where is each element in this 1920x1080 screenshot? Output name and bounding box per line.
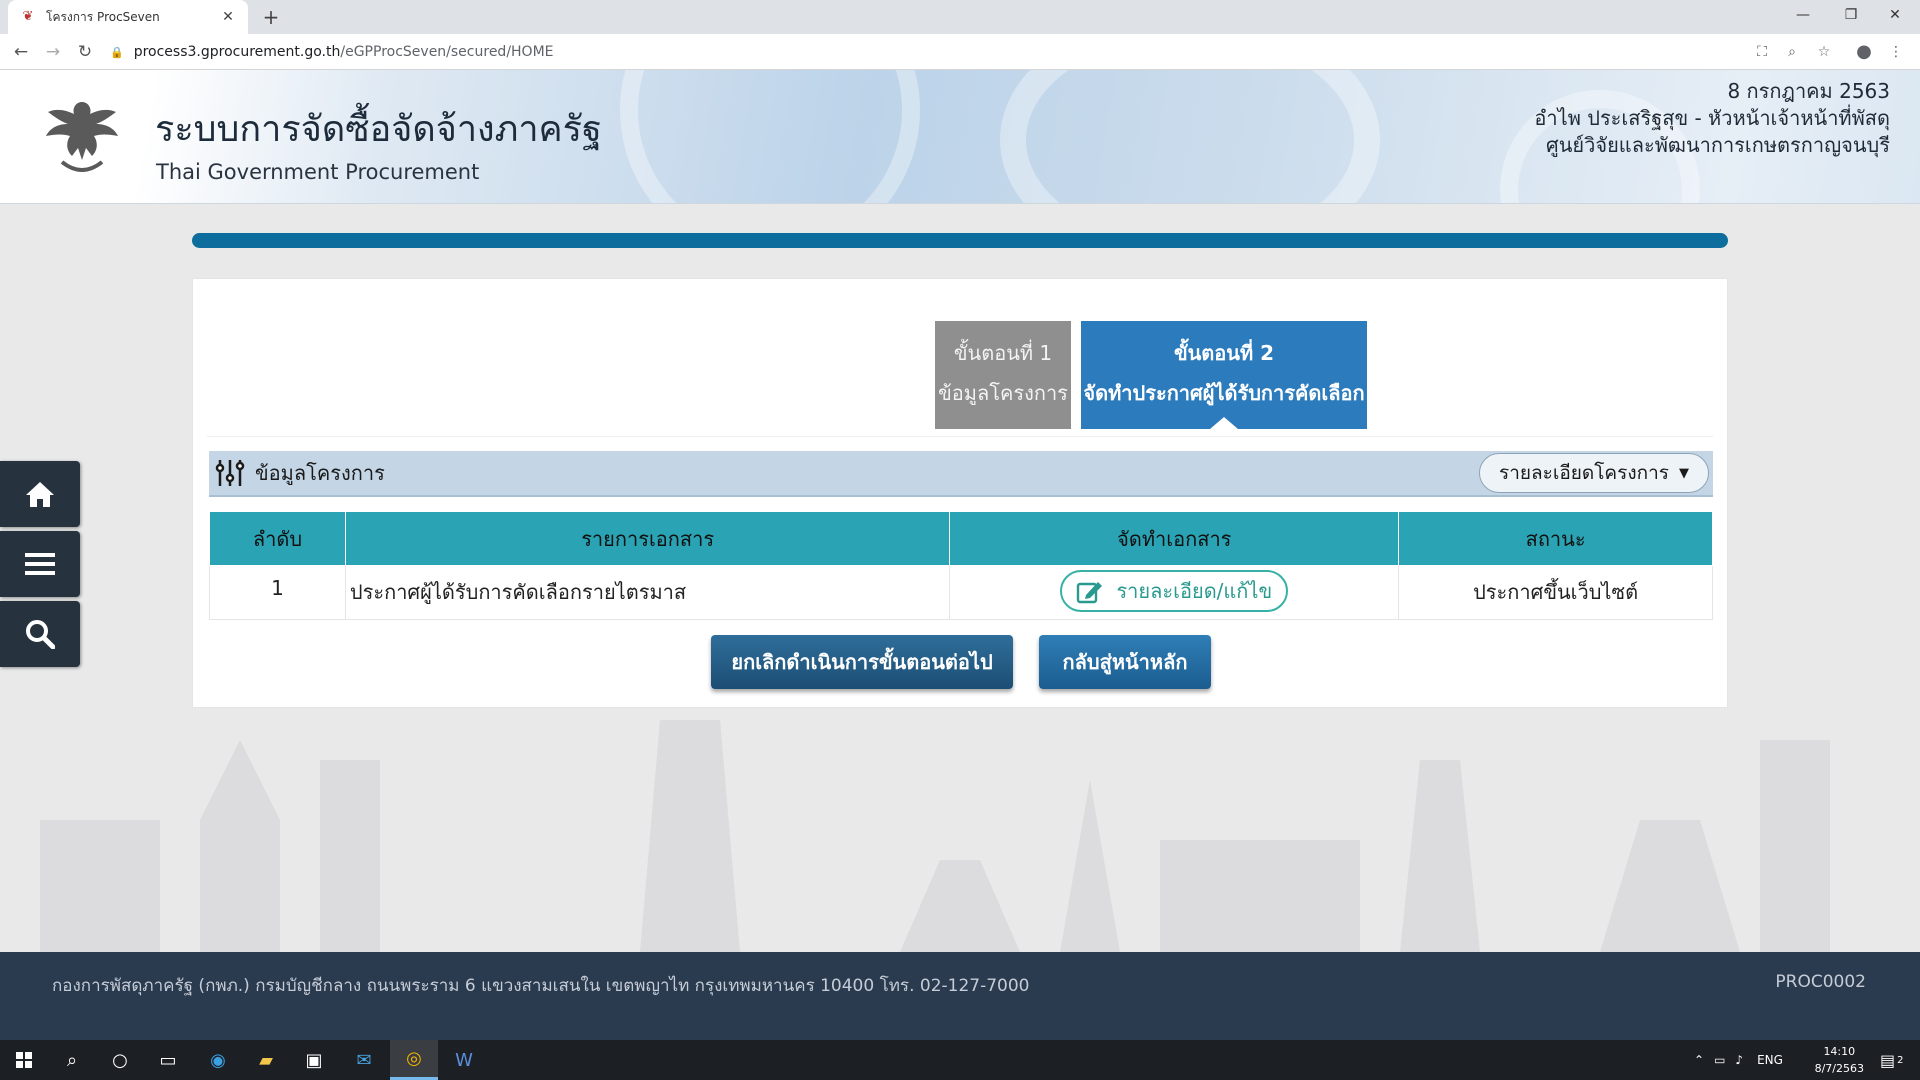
taskbar-clock[interactable]: 14:10 8/7/2563 [1815,1043,1864,1077]
col-header-action: จัดทำเอกสาร [949,511,1400,566]
browser-toolbar: ← → ↻ 🔒 process3.gprocurement.go.th/eGPP… [0,34,1920,70]
back-icon[interactable]: ← [8,40,34,64]
browser-tabbar: ❦ โครงการ ProcSeven ✕ + — ❐ ✕ [0,0,1920,34]
tab-title: โครงการ ProcSeven [46,9,160,24]
table-row: 1 ประกาศผู้ได้รับการคัดเลือกรายไตรมาส รา… [209,565,1713,620]
cell-action: รายละเอียด/แก้ไข [949,565,1400,620]
step-2[interactable]: ขั้นตอนที่ 2 จัดทำประกาศผู้ได้รับการคัดเ… [1081,321,1367,429]
menu-side-button[interactable] [0,531,80,597]
steps-wizard: ขั้นตอนที่ 1 ข้อมูลโครงการ ขั้นตอนที่ 2 … [207,289,1713,437]
clock-date: 8/7/2563 [1814,1062,1864,1075]
system-tray: ⌃ ▭ ♪ ENG [1694,1040,1783,1080]
cancel-next-step-button[interactable]: ยกเลิกดำเนินการขั้นตอนต่อไป [711,635,1013,689]
bookmark-star-icon[interactable]: ☆ [1812,41,1836,63]
header-ornament [1000,70,1380,203]
windows-start-icon[interactable] [0,1040,48,1080]
col-header-document: รายการเอกสาร [344,511,951,566]
restore-icon[interactable]: ❐ [1828,0,1874,30]
input-language[interactable]: ENG [1757,1053,1783,1067]
zoom-icon[interactable]: ⌕ [1780,41,1804,63]
translate-icon[interactable]: ⛶ [1750,41,1774,63]
col-header-no: ลำดับ [209,511,346,566]
notification-center-icon[interactable]: ▤ 2 [1880,1040,1904,1080]
system-subtitle: Thai Government Procurement [156,160,480,184]
cell-document: ประกาศผู้ได้รับการคัดเลือกรายไตรมาส [344,565,951,620]
back-to-home-button[interactable]: กลับสู่หน้าหลัก [1039,635,1211,689]
chrome-icon[interactable]: ◎ [390,1040,438,1080]
project-detail-label: รายละเอียดโครงการ [1498,462,1669,484]
browser-tab[interactable]: ❦ โครงการ ProcSeven ✕ [8,0,248,34]
cell-status: ประกาศขึ้นเว็บไซต์ [1398,565,1713,620]
mail-icon[interactable]: ✉ [340,1040,388,1080]
close-window-icon[interactable]: ✕ [1872,0,1918,30]
step-1[interactable]: ขั้นตอนที่ 1 ข้อมูลโครงการ [935,321,1071,429]
step-1-name: ข้อมูลโครงการ [938,381,1068,405]
search-icon [26,620,55,649]
edit-detail-button[interactable]: รายละเอียด/แก้ไข [1060,570,1289,612]
minimize-icon[interactable]: — [1780,0,1826,30]
network-icon[interactable]: ▭ [1714,1053,1725,1067]
temple-silhouette-background [40,720,1830,952]
header-date: 8 กรกฎาคม 2563 [1727,79,1890,103]
section-header: ข้อมูลโครงการ รายละเอียดโครงการ ▼ [209,451,1713,497]
step-2-label: ขั้นตอนที่ 2 [1173,341,1275,365]
new-tab-icon[interactable]: + [258,4,284,30]
cell-no: 1 [209,565,346,620]
store-icon[interactable]: ▣ [290,1040,338,1080]
url-path: /eGPProcSeven/secured/HOME [340,44,554,60]
profile-icon[interactable]: ● [1852,41,1876,63]
project-panel: ขั้นตอนที่ 1 ข้อมูลโครงการ ขั้นตอนที่ 2 … [192,278,1728,708]
clock-time: 14:10 [1823,1045,1856,1058]
sliders-icon [215,460,245,486]
lock-icon: 🔒 [110,45,124,59]
progress-bar [192,233,1728,248]
section-title: ข้อมูลโครงการ [255,461,385,485]
site-favicon-icon: ❦ [22,9,34,24]
project-detail-dropdown[interactable]: รายละเอียดโครงการ ▼ [1479,453,1709,493]
close-tab-icon[interactable]: ✕ [220,9,236,25]
notification-count: 2 [1897,1054,1904,1066]
reload-icon[interactable]: ↻ [72,40,98,64]
header-ornament [620,70,920,203]
windows-taskbar: ⌕ ○ ▭ ◉ ▰ ▣ ✉ ◎ W ⌃ ▭ ♪ ENG 14:10 8/7/25… [0,1040,1920,1080]
word-icon[interactable]: W [440,1040,488,1080]
address-bar[interactable]: 🔒 process3.gprocurement.go.th/eGPProcSev… [110,38,1790,66]
col-header-status: สถานะ [1398,511,1713,566]
system-title: ระบบการจัดซื้อจัดจ้างภาครัฐ [155,109,602,150]
menu-dots-icon[interactable]: ⋮ [1884,41,1908,63]
notification-icon: ▤ [1880,1050,1896,1070]
footer-address: กองการพัสดุภาครัฐ (กพภ.) กรมบัญชีกลาง ถน… [52,976,1030,996]
file-explorer-icon[interactable]: ▰ [242,1040,290,1080]
step-1-label: ขั้นตอนที่ 1 [953,341,1053,365]
url-host: process3.gprocurement.go.th [133,44,341,60]
edit-detail-label: รายละเอียด/แก้ไข [1116,579,1273,603]
windows-logo-icon [16,1052,32,1068]
table-header-row: ลำดับ รายการเอกสาร จัดทำเอกสาร สถานะ [209,511,1713,566]
comptroller-garuda-logo-icon [46,102,118,172]
home-side-button[interactable] [0,461,80,527]
site-header: ระบบการจัดซื้อจัดจ้างภาครัฐ Thai Governm… [0,70,1920,204]
cortana-icon[interactable]: ○ [96,1040,144,1080]
step-2-name: จัดทำประกาศผู้ได้รับการคัดเลือก [1083,381,1365,405]
forward-icon[interactable]: → [40,40,66,64]
edit-icon [1077,582,1103,604]
taskbar-search-icon[interactable]: ⌕ [48,1040,96,1080]
hamburger-menu-icon [25,553,55,575]
header-org: ศูนย์วิจัยและพัฒนาการเกษตรกาญจนบุรี [1546,133,1890,157]
task-view-icon[interactable]: ▭ [144,1040,192,1080]
site-footer: กองการพัสดุภาครัฐ (กพภ.) กรมบัญชีกลาง ถน… [0,952,1920,1040]
search-side-button[interactable] [0,601,80,667]
page-code: PROC0002 [1775,972,1866,992]
edge-icon[interactable]: ◉ [194,1040,242,1080]
document-table: ลำดับ รายการเอกสาร จัดทำเอกสาร สถานะ 1 ป… [209,511,1713,620]
caret-down-icon: ▼ [1679,465,1689,481]
volume-icon[interactable]: ♪ [1735,1053,1743,1067]
header-user: อำไพ ประเสริฐสุข - หัวหน้าเจ้าหน้าที่พัส… [1534,106,1890,130]
home-icon [26,482,54,507]
tray-chevron-icon[interactable]: ⌃ [1694,1053,1704,1067]
user-info: 8 กรกฎาคม 2563 อำไพ ประเสริฐสุข - หัวหน้… [1534,78,1890,159]
